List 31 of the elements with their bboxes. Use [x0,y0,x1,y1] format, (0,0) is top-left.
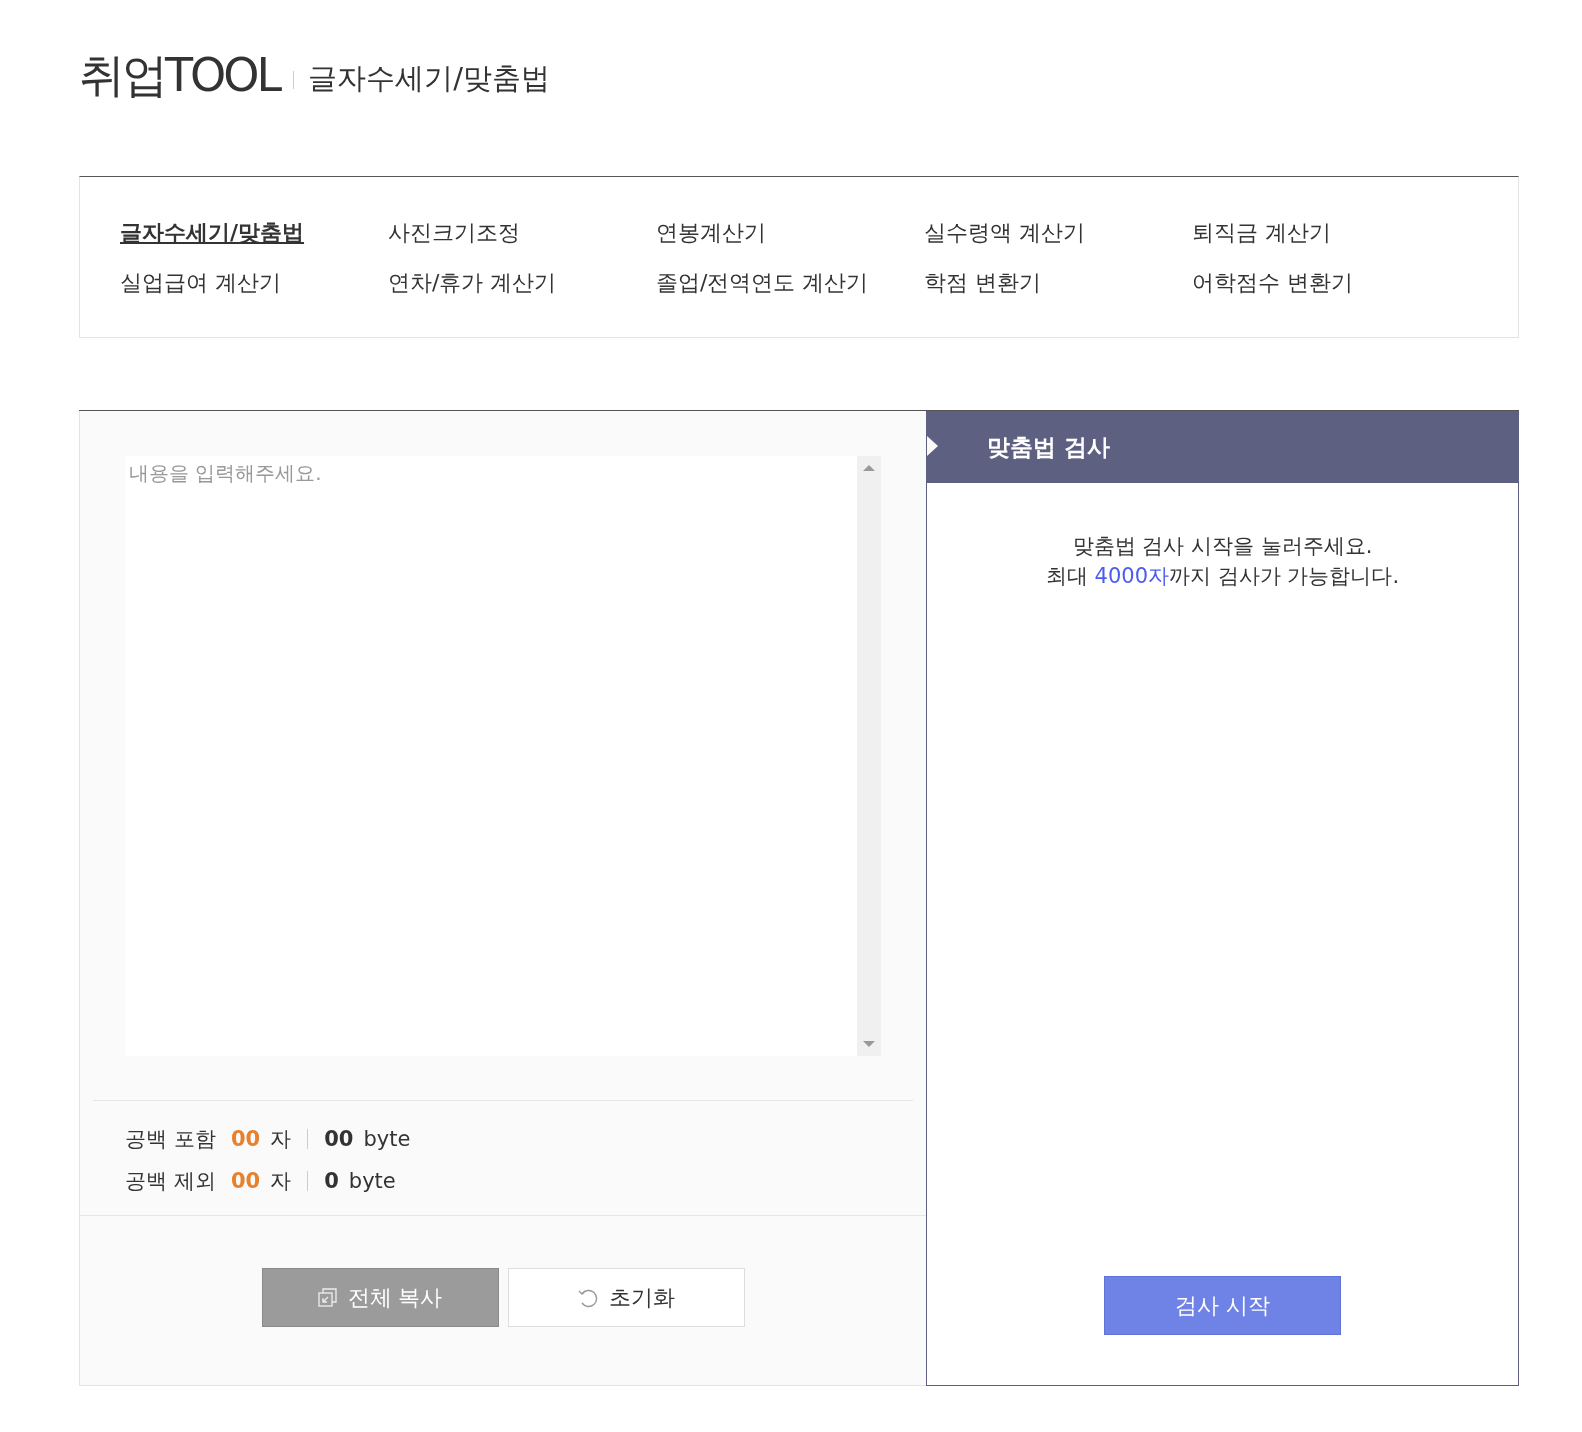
up-arrow-icon[interactable] [863,464,875,471]
undo-icon [577,1287,599,1308]
reset-button[interactable]: 초기화 [507,1268,745,1327]
char-count: 00 [231,1169,261,1193]
menu-link[interactable]: 퇴직금 계산기 [1192,219,1460,247]
page-title: 글자수세기/맞춤법 [308,60,550,97]
char-unit: 자 [270,1168,292,1195]
char-unit: 자 [270,1126,292,1153]
byte-count: 0 [324,1169,339,1193]
count-label: 공백 포함 [125,1126,217,1153]
down-arrow-icon[interactable] [863,1041,875,1048]
text-input[interactable]: 내용을 입력해주세요. [125,456,857,1056]
menu-link[interactable]: 글자수세기/맞춤법 [120,219,388,247]
menu-link[interactable]: 연봉계산기 [656,219,924,247]
scrollbar[interactable] [857,456,881,1056]
char-count: 00 [231,1127,261,1151]
menu-link[interactable]: 어학점수 변환기 [1192,269,1460,297]
copy-icon [317,1287,338,1308]
panel-title: 맞춤법 검사 [987,432,1110,462]
byte-unit: byte [363,1127,411,1151]
menu-link[interactable]: 사진크기조정 [388,219,656,247]
menu-link[interactable]: 실업급여 계산기 [120,269,388,297]
count-label: 공백 제외 [125,1168,217,1195]
menu-link[interactable]: 연차/휴가 계산기 [388,269,656,297]
instruction-text: 맞춤법 검사 시작을 눌러주세요. 최대 4000자까지 검사가 가능합니다. [1044,533,1401,590]
menu-link[interactable]: 학점 변환기 [924,269,1192,297]
byte-count: 00 [324,1127,354,1151]
byte-unit: byte [348,1169,396,1193]
site-logo[interactable]: 취업TOOL [79,45,280,107]
menu-link[interactable]: 졸업/전역연도 계산기 [656,269,924,297]
menu-link[interactable]: 실수령액 계산기 [924,219,1192,247]
